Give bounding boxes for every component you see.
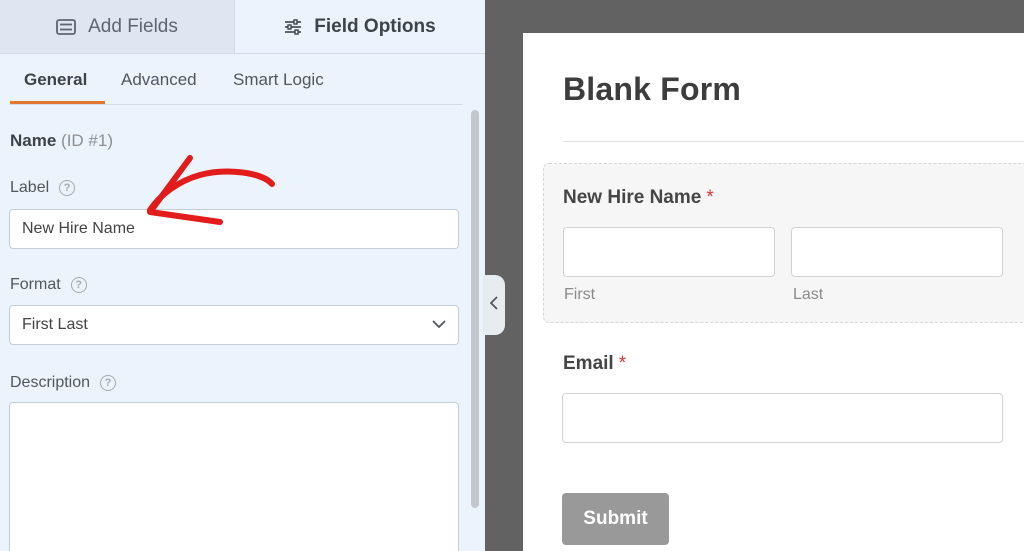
format-option-title: Format ?: [10, 276, 87, 294]
field-id: (ID #1): [61, 131, 114, 150]
email-field-label-text: Email: [563, 353, 614, 374]
sliders-icon: [284, 18, 302, 35]
panel-tabs: Add Fields Field Options: [0, 0, 485, 54]
required-marker: *: [618, 353, 627, 374]
help-icon[interactable]: ?: [70, 277, 87, 293]
help-icon[interactable]: ?: [59, 180, 76, 196]
name-field-label: New Hire Name *: [563, 187, 714, 209]
list-icon: [56, 18, 77, 35]
subtab-advanced[interactable]: Advanced: [121, 70, 197, 90]
tab-add-fields[interactable]: Add Fields: [0, 0, 235, 53]
scrollbar-thumb[interactable]: [471, 110, 479, 508]
label-option-title: Label ?: [10, 179, 76, 197]
options-subtabs: General Advanced Smart Logic: [10, 55, 462, 105]
form-preview: Blank Form New Hire Name * First Last Ema…: [523, 33, 1024, 551]
tab-field-options[interactable]: Field Options: [235, 0, 485, 53]
description-option-title: Description ?: [10, 374, 117, 392]
chevron-left-icon: [489, 295, 498, 315]
form-title: Blank Form: [563, 71, 742, 107]
last-name-input[interactable]: [791, 227, 1003, 277]
active-subtab-indicator: [10, 101, 105, 104]
field-heading: Name (ID #1): [10, 131, 113, 151]
chevron-down-icon: [432, 316, 446, 334]
first-sublabel: First: [564, 286, 596, 303]
help-icon[interactable]: ?: [100, 375, 117, 391]
tab-field-options-label: Field Options: [314, 15, 436, 37]
subtab-general[interactable]: General: [24, 70, 87, 90]
panel-scrollbar[interactable]: [469, 110, 481, 551]
name-field-label-text: New Hire Name: [563, 187, 702, 208]
name-field-block[interactable]: New Hire Name * First Last: [543, 163, 1024, 323]
label-title: Label: [10, 179, 50, 196]
label-input[interactable]: [9, 209, 459, 249]
last-sublabel: Last: [793, 286, 824, 303]
format-selected-value: First Last: [22, 316, 88, 333]
tab-add-fields-label: Add Fields: [88, 15, 178, 37]
title-divider: [563, 141, 1024, 142]
collapse-panel-button[interactable]: [483, 275, 505, 335]
submit-button[interactable]: Submit: [562, 493, 669, 545]
field-type-name: Name: [10, 131, 57, 150]
email-input[interactable]: [562, 393, 1003, 443]
description-title: Description: [10, 374, 91, 391]
first-name-input[interactable]: [563, 227, 775, 277]
format-title: Format: [10, 276, 61, 293]
format-select[interactable]: First Last: [9, 305, 459, 345]
email-field-label: Email *: [563, 353, 626, 375]
description-textarea[interactable]: [9, 402, 459, 551]
required-marker: *: [706, 187, 714, 208]
field-options-panel: Add Fields Field Options General Advance…: [0, 0, 485, 551]
subtab-smart-logic[interactable]: Smart Logic: [233, 70, 324, 90]
